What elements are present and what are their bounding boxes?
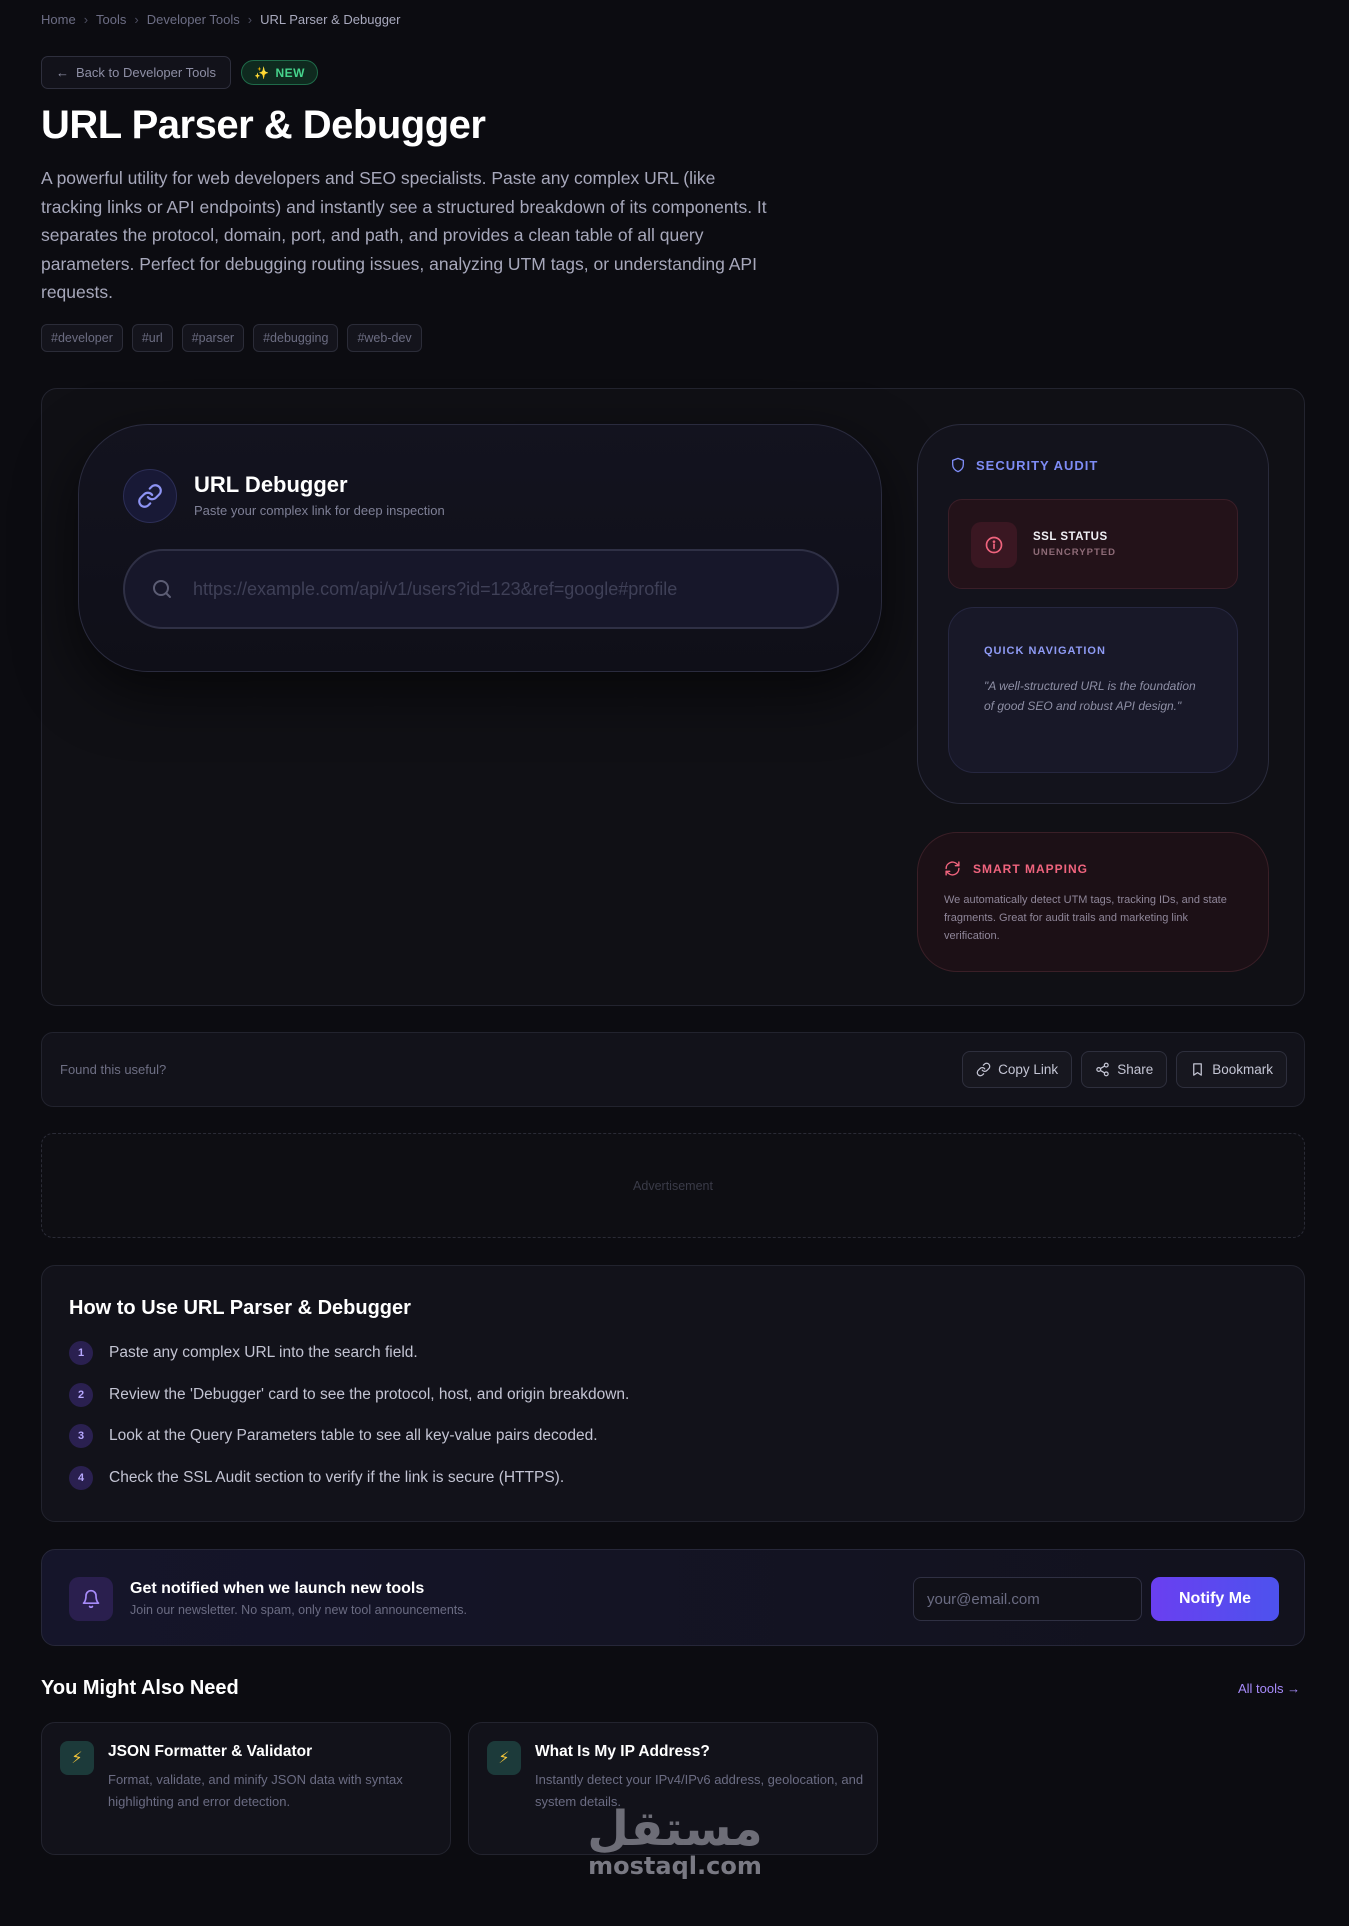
- share-button[interactable]: Share: [1081, 1051, 1168, 1088]
- all-tools-link[interactable]: All tools →: [1238, 1681, 1300, 1696]
- shield-icon: [952, 457, 964, 473]
- security-audit-card: SECURITY AUDIT SSL STATUS UNENCRYPTED QU…: [917, 424, 1269, 804]
- link-icon: [123, 469, 177, 523]
- smart-mapping-heading: SMART MAPPING: [944, 860, 1088, 877]
- step-text: Check the SSL Audit section to verify if…: [109, 1468, 565, 1486]
- tag[interactable]: #web-dev: [347, 324, 422, 352]
- ssl-status-value: UNENCRYPTED: [1033, 547, 1116, 558]
- list-item: 3 Look at the Query Parameters table to …: [69, 1424, 629, 1448]
- step-number: 1: [69, 1341, 93, 1365]
- back-to-developer-tools-button[interactable]: ← Back to Developer Tools: [41, 56, 231, 89]
- quick-navigation-quote: "A well-structured URL is the foundation…: [984, 679, 1196, 713]
- new-badge-label: NEW: [275, 65, 305, 80]
- step-number: 4: [69, 1465, 93, 1490]
- debugger-title: URL Debugger: [194, 472, 348, 497]
- tool-panel: URL Debugger Paste your complex link for…: [41, 388, 1305, 1006]
- list-item: 4 Check the SSL Audit section to verify …: [69, 1465, 629, 1490]
- arrow-left-icon: ←: [56, 65, 69, 80]
- tag[interactable]: #debugging: [253, 324, 339, 352]
- chevron-right-icon: ›: [247, 12, 253, 27]
- breadcrumb-developer-tools[interactable]: Developer Tools: [147, 12, 240, 27]
- refresh-icon: [945, 861, 960, 876]
- tag[interactable]: #developer: [41, 324, 123, 352]
- breadcrumb-current: URL Parser & Debugger: [260, 12, 401, 27]
- related-tools-title: You Might Also Need: [41, 1677, 239, 1699]
- breadcrumb: Home › Tools › Developer Tools › URL Par…: [41, 12, 400, 27]
- url-debugger-card: URL Debugger Paste your complex link for…: [78, 424, 882, 672]
- how-to-use-section: How to Use URL Parser & Debugger 1 Paste…: [41, 1265, 1305, 1522]
- advertisement-slot: Advertisement: [41, 1133, 1305, 1238]
- ssl-status-box: SSL STATUS UNENCRYPTED: [948, 499, 1238, 589]
- tag[interactable]: #url: [131, 324, 173, 352]
- copy-link-label: Copy Link: [998, 1062, 1059, 1077]
- page-description: A powerful utility for web developers an…: [41, 168, 767, 302]
- sparkles-icon: ✨: [254, 65, 270, 80]
- related-tool-title: What Is My IP Address?: [535, 1743, 710, 1760]
- step-text: Review the 'Debugger' card to see the pr…: [109, 1385, 630, 1403]
- back-button-label: Back to Developer Tools: [76, 65, 216, 80]
- quick-navigation-heading: QUICK NAVIGATION: [984, 645, 1106, 657]
- watermark-logo: مستقل mostaql.com: [585, 1802, 765, 1880]
- url-input-wrapper: [123, 549, 839, 629]
- feedback-prompt: Found this useful?: [60, 1062, 167, 1077]
- related-tool-description: Format, validate, and minify JSON data w…: [108, 1772, 403, 1809]
- new-badge: ✨ NEW: [241, 60, 318, 85]
- step-number: 2: [69, 1382, 93, 1407]
- related-tool-card[interactable]: ⚡ JSON Formatter & Validator Format, val…: [41, 1722, 451, 1855]
- quick-navigation-box: QUICK NAVIGATION "A well-structured URL …: [948, 607, 1238, 773]
- tag-list: #developer #url #parser #debugging #web-…: [41, 324, 422, 352]
- watermark-arabic: مستقل: [587, 1801, 763, 1857]
- lightning-icon: ⚡: [60, 1741, 94, 1775]
- share-icon: [1096, 1062, 1109, 1077]
- page-title: URL Parser & Debugger: [41, 103, 486, 147]
- url-input[interactable]: [193, 578, 813, 600]
- chevron-right-icon: ›: [134, 12, 139, 27]
- advertisement-label: Advertisement: [633, 1178, 713, 1193]
- newsletter-signup: Get notified when we launch new tools Jo…: [41, 1549, 1305, 1646]
- security-audit-heading: SECURITY AUDIT: [950, 457, 1098, 473]
- breadcrumb-home[interactable]: Home: [41, 12, 76, 27]
- ssl-status-label: SSL STATUS: [1033, 531, 1108, 543]
- notify-me-button[interactable]: Notify Me: [1151, 1577, 1279, 1621]
- share-label: Share: [1117, 1062, 1154, 1077]
- copy-link-button[interactable]: Copy Link: [962, 1051, 1073, 1088]
- page: Home › Tools › Developer Tools › URL Par…: [0, 0, 1349, 1926]
- list-item: 1 Paste any complex URL into the search …: [69, 1341, 629, 1365]
- share-actions: Copy Link Share Bookmark: [962, 1051, 1287, 1088]
- step-text: Look at the Query Parameters table to se…: [109, 1427, 598, 1444]
- email-field[interactable]: [913, 1577, 1142, 1621]
- bookmark-button[interactable]: Bookmark: [1176, 1051, 1287, 1088]
- list-item: 2 Review the 'Debugger' card to see the …: [69, 1382, 630, 1407]
- watermark-latin: mostaql.com: [588, 1852, 762, 1880]
- smart-mapping-label: SMART MAPPING: [973, 861, 1088, 876]
- search-icon: [149, 576, 175, 602]
- bookmark-label: Bookmark: [1212, 1062, 1273, 1077]
- bell-icon: [69, 1577, 113, 1621]
- how-to-steps: 1 Paste any complex URL into the search …: [69, 1341, 629, 1507]
- smart-mapping-text: We automatically detect UTM tags, tracki…: [944, 894, 1227, 942]
- tag[interactable]: #parser: [181, 324, 245, 352]
- breadcrumb-tools[interactable]: Tools: [96, 12, 126, 27]
- smart-mapping-card: SMART MAPPING We automatically detect UT…: [917, 832, 1269, 972]
- newsletter-subtitle: Join our newsletter. No spam, only new t…: [130, 1603, 467, 1617]
- link-icon: [976, 1062, 991, 1077]
- how-to-title: How to Use URL Parser & Debugger: [69, 1297, 411, 1319]
- related-tool-title: JSON Formatter & Validator: [108, 1743, 313, 1760]
- chevron-right-icon: ›: [83, 12, 89, 27]
- debugger-subtitle: Paste your complex link for deep inspect…: [194, 503, 445, 518]
- feedback-bar: Found this useful? Copy Link Share Bookm…: [41, 1032, 1305, 1107]
- bookmark-icon: [1193, 1063, 1203, 1076]
- newsletter-title: Get notified when we launch new tools: [130, 1580, 425, 1597]
- lightning-icon: ⚡: [487, 1741, 521, 1775]
- info-icon: [971, 522, 1017, 568]
- security-audit-label: SECURITY AUDIT: [976, 457, 1099, 473]
- step-number: 3: [69, 1424, 93, 1448]
- step-text: Paste any complex URL into the search fi…: [109, 1344, 418, 1361]
